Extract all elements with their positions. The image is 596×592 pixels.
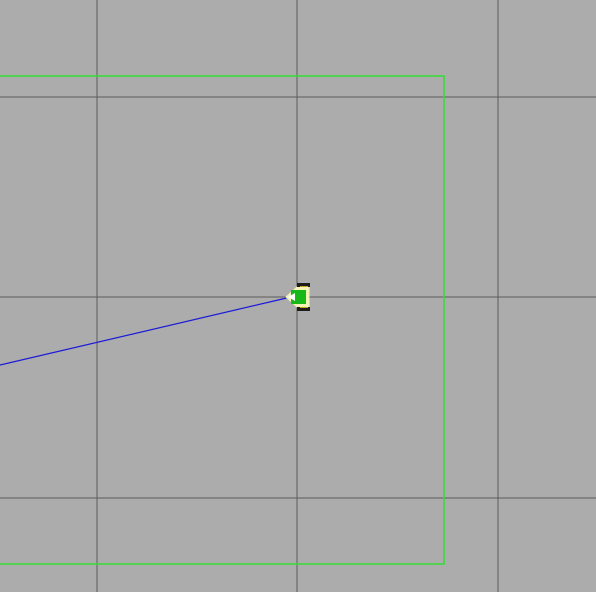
robot-wheel-accent-bottom (300, 307, 308, 308)
robot-wheel-accent-top (300, 286, 308, 287)
map-canvas[interactable] (0, 0, 596, 592)
simulation-viewport[interactable] (0, 0, 596, 592)
